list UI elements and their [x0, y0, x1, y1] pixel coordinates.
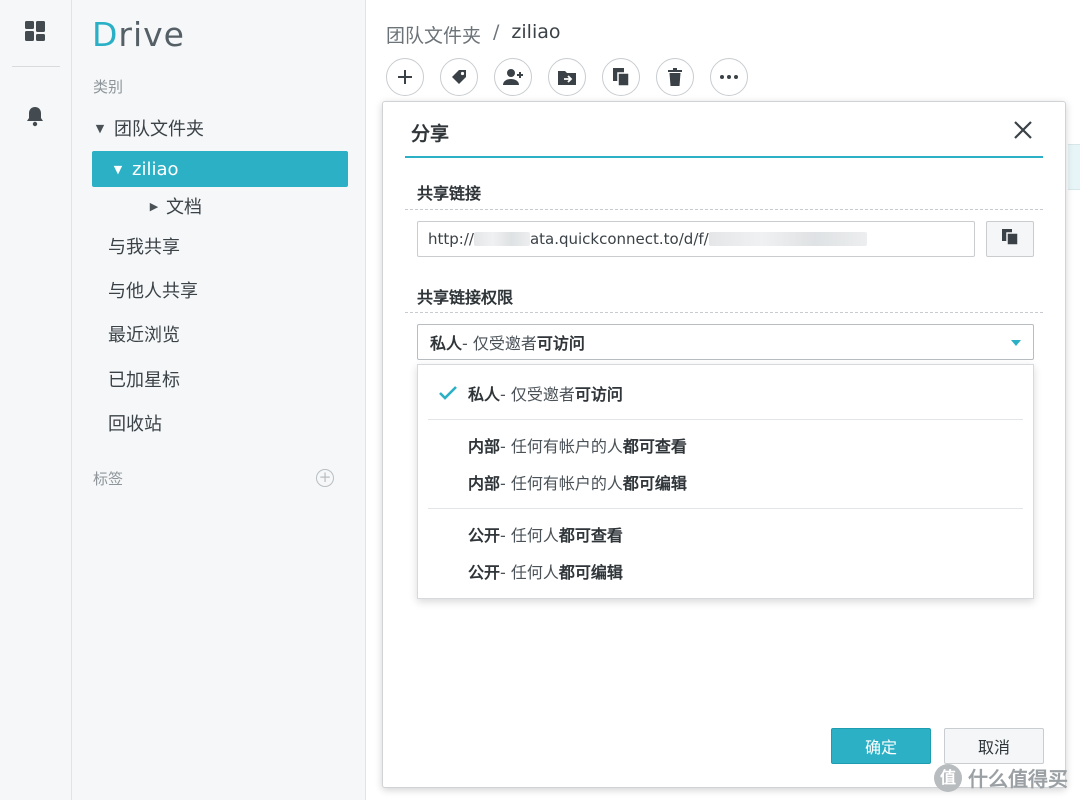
- cancel-button[interactable]: 取消: [944, 728, 1044, 764]
- option-bold: 内部: [468, 437, 501, 456]
- chevron-down-icon: [1011, 340, 1021, 346]
- watermark-logo: 值: [934, 763, 962, 792]
- share-link-field[interactable]: http:// ata.quickconnect.to/d/f/: [417, 221, 975, 257]
- copy-icon: [1000, 227, 1020, 251]
- option-bold-end: 都可查看: [622, 437, 687, 456]
- tags-caption: 标签: [93, 470, 124, 488]
- redacted-text: [708, 232, 867, 246]
- menu-divider: [428, 508, 1023, 509]
- delete-icon[interactable]: [656, 58, 694, 96]
- watermark-text: 什么值得买: [968, 767, 1068, 791]
- tree-item-ziliao[interactable]: ▼ ziliao: [92, 151, 348, 187]
- option-mid: - 任何人: [500, 563, 559, 582]
- dialog-title: 分享: [411, 123, 450, 145]
- expand-triangle-icon[interactable]: ▼: [92, 122, 108, 135]
- notification-bell-icon[interactable]: [22, 103, 48, 129]
- category-caption: 类别: [93, 78, 124, 96]
- tree-item-team-folder[interactable]: ▼ 团队文件夹: [92, 110, 348, 146]
- close-icon[interactable]: [1011, 118, 1035, 142]
- drive-app: Drive 类别 ▼ 团队文件夹 ▼ ziliao ▶ 文档 与我共享 与他人共…: [0, 0, 1080, 800]
- tag-icon[interactable]: [440, 58, 478, 96]
- link-prefix: http://: [428, 230, 474, 248]
- option-public-edit[interactable]: 公开 - 任何人 都可编辑: [418, 553, 1033, 589]
- option-internal-view[interactable]: 内部 - 任何有帐户的人 都可查看: [418, 427, 1033, 463]
- permission-dropdown-menu: 私人 - 仅受邀者 可访问 内部 - 任何有帐户的人 都可查看 内部 - 任何有…: [417, 364, 1034, 599]
- option-bold-end: 都可编辑: [558, 563, 623, 582]
- selected-bold: 私人: [430, 334, 463, 353]
- selected-bold-end: 可访问: [536, 334, 585, 353]
- permission-label: 共享链接权限: [417, 288, 514, 307]
- breadcrumb-current: ziliao: [511, 21, 561, 43]
- nav-item-starred[interactable]: 已加星标: [92, 361, 348, 397]
- option-mid: - 任何人: [500, 526, 559, 545]
- toolbar: [386, 58, 748, 96]
- nav-item-recent[interactable]: 最近浏览: [92, 316, 348, 352]
- nav-item-shared-with-others[interactable]: 与他人共享: [92, 272, 348, 308]
- tree-item-label: 团队文件夹: [114, 119, 204, 140]
- permission-select[interactable]: 私人 - 仅受邀者 可访问: [417, 324, 1034, 360]
- breadcrumb: 团队文件夹 / ziliao: [386, 21, 561, 48]
- tree-item-label: ziliao: [132, 158, 179, 180]
- confirm-button[interactable]: 确定: [831, 728, 931, 764]
- option-private[interactable]: 私人 - 仅受邀者 可访问: [418, 375, 1033, 411]
- option-bold: 公开: [468, 563, 501, 582]
- navigation-panel: Drive 类别 ▼ 团队文件夹 ▼ ziliao ▶ 文档 与我共享 与他人共…: [72, 0, 366, 800]
- nav-item-shared-with-me[interactable]: 与我共享: [92, 228, 348, 264]
- menu-divider: [428, 419, 1023, 420]
- copy-link-button[interactable]: [986, 221, 1034, 257]
- breadcrumb-root[interactable]: 团队文件夹: [386, 21, 481, 48]
- app-rail: [0, 0, 72, 800]
- section-divider: [405, 209, 1043, 210]
- drive-logo: Drive: [92, 14, 185, 54]
- collapse-triangle-icon[interactable]: ▶: [146, 200, 162, 213]
- share-dialog: 分享 共享链接 http:// ata.quickconnect.to/d/f/…: [382, 101, 1066, 788]
- option-internal-edit[interactable]: 内部 - 任何有帐户的人 都可编辑: [418, 464, 1033, 500]
- file-list-row[interactable]: [1068, 144, 1080, 190]
- share-link-label: 共享链接: [417, 184, 482, 203]
- rail-divider: [12, 66, 60, 67]
- redacted-text: [473, 232, 530, 246]
- expand-triangle-icon[interactable]: ▼: [110, 163, 126, 176]
- link-visible-part: ata.quickconnect.to/d/f/: [529, 230, 709, 248]
- option-mid: - 任何有帐户的人: [500, 437, 623, 456]
- move-to-icon[interactable]: [548, 58, 586, 96]
- option-bold-end: 都可查看: [558, 526, 623, 545]
- tree-item-documents[interactable]: ▶ 文档: [92, 188, 348, 224]
- selected-mid: - 仅受邀者: [462, 334, 537, 353]
- section-divider: [405, 312, 1043, 313]
- option-bold: 私人: [468, 385, 501, 404]
- option-public-view[interactable]: 公开 - 任何人 都可查看: [418, 516, 1033, 552]
- add-icon[interactable]: [386, 58, 424, 96]
- nav-item-trash[interactable]: 回收站: [92, 405, 348, 441]
- option-mid: - 任何有帐户的人: [500, 474, 623, 493]
- breadcrumb-separator: /: [493, 21, 500, 43]
- option-bold: 公开: [468, 526, 501, 545]
- title-underline: [405, 156, 1043, 158]
- site-watermark: 值 什么值得买: [934, 763, 1068, 792]
- option-bold: 内部: [468, 474, 501, 493]
- tree-item-label: 文档: [166, 197, 202, 218]
- add-tag-icon[interactable]: +: [316, 469, 334, 487]
- more-icon[interactable]: [710, 58, 748, 96]
- option-bold-end: 可访问: [574, 385, 623, 404]
- checkmark-icon: [438, 384, 458, 402]
- option-bold-end: 都可编辑: [622, 474, 687, 493]
- copy-icon[interactable]: [602, 58, 640, 96]
- add-user-icon[interactable]: [494, 58, 532, 96]
- option-mid: - 仅受邀者: [500, 385, 575, 404]
- dashboard-grid-icon[interactable]: [22, 18, 48, 44]
